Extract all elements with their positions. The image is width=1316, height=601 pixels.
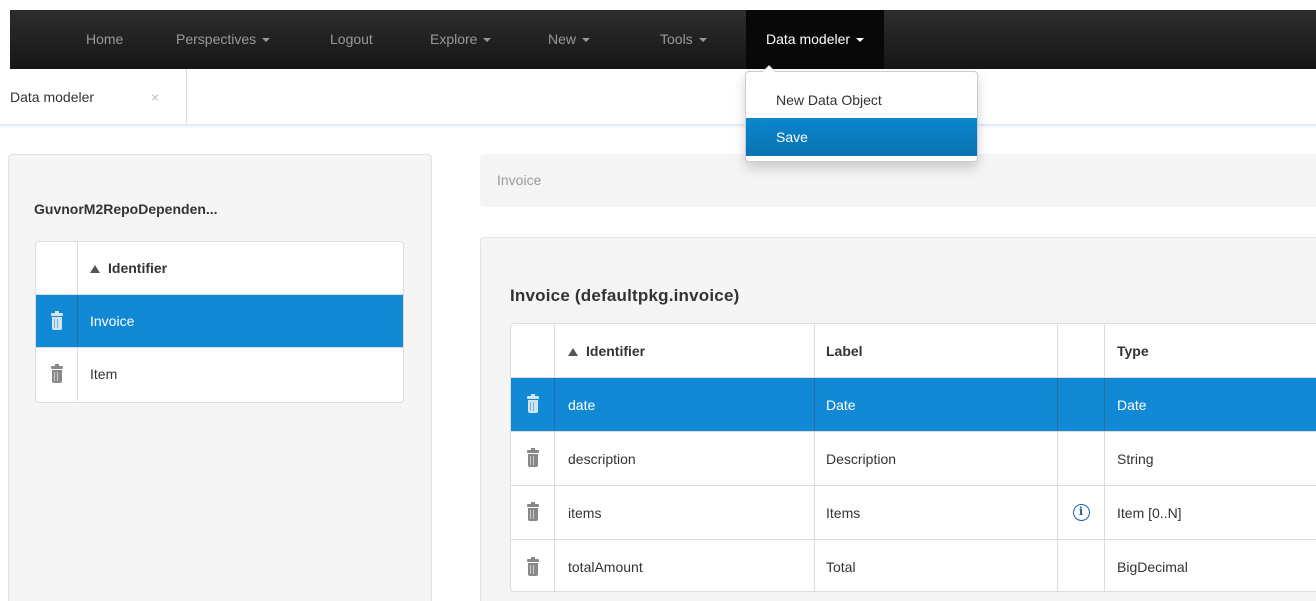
object-identifier: Invoice: [90, 313, 135, 329]
trash-icon[interactable]: [50, 364, 63, 383]
nav-new[interactable]: New: [548, 10, 591, 69]
field-type: BigDecimal: [1117, 559, 1188, 575]
menu-item-new-data-object[interactable]: New Data Object: [746, 81, 977, 119]
object-title: Invoice (defaultpkg.invoice): [510, 286, 740, 305]
nav-new-label: New: [548, 31, 577, 47]
field-identifier: description: [555, 432, 815, 485]
caret-down-icon: [483, 38, 492, 43]
top-navbar: Home Perspectives Logout Explore New Too…: [10, 10, 1316, 69]
header-icon-cell: [511, 324, 555, 377]
field-label: Total: [815, 540, 1058, 591]
tab-bar: Data modeler ×: [0, 69, 1316, 125]
identifier-column-header[interactable]: Identifier: [90, 242, 167, 295]
trash-icon[interactable]: [526, 556, 539, 576]
delete-cell[interactable]: [36, 348, 78, 401]
data-modeler-dropdown-menu: New Data Object Save: [745, 65, 978, 162]
identifier-column-header[interactable]: Identifier: [555, 324, 815, 377]
delete-cell[interactable]: [511, 486, 555, 539]
table-row[interactable]: totalAmount Total BigDecimal: [511, 540, 1316, 591]
identifier-header-label: Identifier: [586, 343, 646, 359]
nav-perspectives-label: Perspectives: [176, 31, 257, 47]
trash-icon[interactable]: [526, 502, 539, 521]
sort-asc-icon: [568, 348, 578, 356]
caret-down-icon: [698, 38, 707, 43]
header-icon-cell: [36, 242, 78, 294]
table-header-row: Identifier: [36, 242, 403, 295]
field-label: Description: [815, 432, 1058, 485]
table-row[interactable]: date Date Date: [511, 378, 1316, 432]
field-identifier: totalAmount: [555, 540, 815, 591]
menu-item-save[interactable]: Save: [746, 118, 977, 156]
table-row[interactable]: Invoice: [36, 295, 403, 348]
breadcrumb-item[interactable]: Invoice: [497, 154, 541, 207]
tab-label: Data modeler: [10, 89, 95, 105]
trash-icon[interactable]: [50, 310, 63, 330]
table-row[interactable]: Item: [36, 348, 403, 401]
delete-cell[interactable]: [36, 295, 78, 347]
nav-logout-label: Logout: [330, 31, 373, 47]
data-objects-browser: GuvnorM2RepoDependen... Identifier Invoi…: [8, 154, 432, 601]
field-label: Items: [815, 486, 1058, 539]
info-cell: [1058, 540, 1105, 591]
project-name: GuvnorM2RepoDependen...: [34, 201, 218, 217]
nav-home[interactable]: Home: [86, 10, 123, 69]
data-object-editor: Invoice (defaultpkg.invoice) Identifier …: [480, 237, 1316, 601]
label-column-header[interactable]: Label: [815, 324, 1058, 377]
info-cell: [1058, 432, 1105, 485]
field-identifier: date: [555, 378, 815, 431]
sort-asc-icon: [90, 265, 100, 273]
type-column-header[interactable]: Type: [1105, 324, 1316, 377]
fields-table: Identifier Label Type date Date Date des…: [510, 323, 1316, 592]
delete-cell[interactable]: [511, 432, 555, 485]
caret-down-icon: [856, 38, 865, 43]
field-type: Item [0..N]: [1117, 505, 1182, 521]
tab-bar-shadow: [0, 124, 1316, 128]
nav-data-modeler[interactable]: Data modeler: [746, 10, 885, 69]
info-icon[interactable]: i: [1072, 504, 1090, 521]
data-objects-table: Identifier Invoice Item: [35, 241, 404, 403]
nav-explore-label: Explore: [430, 31, 478, 47]
caret-down-icon: [582, 38, 591, 43]
trash-icon[interactable]: [526, 394, 539, 413]
nav-data-modeler-label: Data modeler: [766, 31, 851, 47]
object-identifier: Item: [90, 366, 118, 382]
field-type: String: [1117, 451, 1154, 467]
info-cell: i: [1058, 486, 1105, 539]
field-label: Date: [815, 378, 1058, 431]
info-column-header: [1058, 324, 1105, 377]
delete-cell[interactable]: [511, 378, 555, 431]
tab-data-modeler[interactable]: Data modeler ×: [0, 69, 187, 125]
field-type: Date: [1117, 397, 1147, 413]
identifier-header-label: Identifier: [108, 260, 168, 276]
nav-tools-label: Tools: [660, 31, 693, 47]
nav-logout[interactable]: Logout: [330, 10, 373, 69]
trash-icon[interactable]: [526, 448, 539, 467]
nav-perspectives[interactable]: Perspectives: [176, 10, 271, 69]
info-cell: [1058, 378, 1105, 431]
nav-tools[interactable]: Tools: [660, 10, 707, 69]
nav-home-label: Home: [86, 31, 124, 47]
dropdown-pointer: [762, 65, 776, 72]
table-row[interactable]: items Items i Item [0..N]: [511, 486, 1316, 540]
delete-cell[interactable]: [511, 540, 555, 591]
caret-down-icon: [262, 38, 271, 43]
table-header-row: Identifier Label Type: [511, 324, 1316, 378]
table-row[interactable]: description Description String: [511, 432, 1316, 486]
nav-explore[interactable]: Explore: [430, 10, 492, 69]
close-icon[interactable]: ×: [151, 69, 159, 125]
field-identifier: items: [555, 486, 815, 539]
